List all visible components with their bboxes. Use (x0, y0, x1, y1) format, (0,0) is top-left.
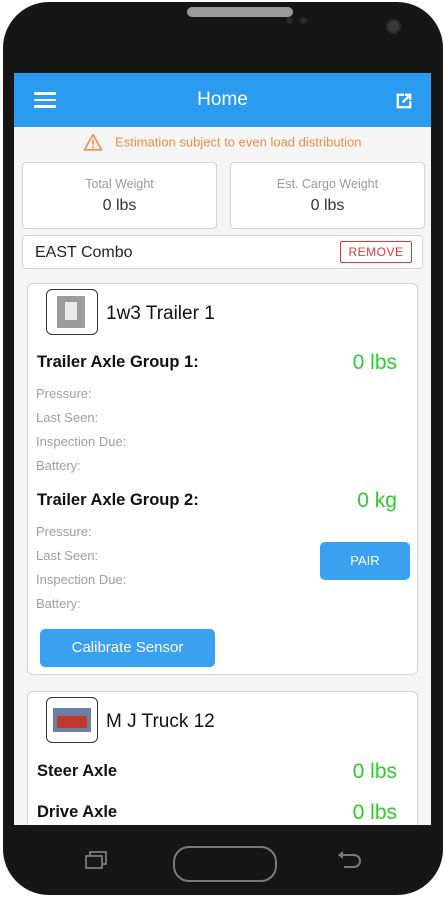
battery-label: Battery: (36, 596, 81, 611)
open-external-icon[interactable] (393, 90, 415, 112)
truck-name: M J Truck 12 (106, 711, 215, 732)
cargo-weight-label: Est. Cargo Weight (276, 177, 379, 191)
axle-group-1-label: Trailer Axle Group 1: (37, 353, 199, 371)
total-weight-value: 0 lbs (102, 197, 137, 214)
steer-axle-weight: 0 lbs (352, 760, 397, 783)
page-title: Home (197, 89, 248, 110)
truck-thumbnail (46, 697, 98, 743)
load-notice: Estimation subject to even load distribu… (14, 133, 431, 151)
truck-card: M J Truck 12 Steer Axle 0 lbs Drive Axle… (27, 691, 418, 825)
inspection-due-label: Inspection Due: (36, 572, 127, 587)
total-weight-card: Total Weight 0 lbs (22, 162, 217, 229)
pressure-label: Pressure: (36, 386, 92, 401)
trailer-name: 1w3 Trailer 1 (106, 303, 215, 324)
sensor-dot (286, 17, 293, 24)
app-bar: Home (14, 73, 431, 127)
warning-icon (84, 133, 103, 151)
trailer-thumbnail (46, 289, 98, 335)
app-screen: Home Estimation subject to even load dis… (14, 73, 431, 825)
drive-axle-weight: 0 lbs (352, 801, 397, 824)
combo-bar: EAST Combo REMOVE (22, 235, 423, 269)
trailer-card: 1w3 Trailer 1 Trailer Axle Group 1: 0 lb… (27, 283, 418, 675)
steer-axle-label: Steer Axle (37, 762, 118, 780)
total-weight-label: Total Weight (85, 177, 154, 191)
battery-label: Battery: (36, 458, 81, 473)
home-button[interactable] (173, 846, 277, 882)
front-camera (386, 19, 401, 34)
combo-name: EAST Combo (35, 244, 133, 261)
back-icon[interactable] (336, 851, 362, 871)
sensor-dot (300, 17, 307, 24)
cargo-weight-card: Est. Cargo Weight 0 lbs (230, 162, 425, 229)
notice-text: Estimation subject to even load distribu… (115, 134, 362, 150)
remove-button[interactable]: REMOVE (340, 241, 412, 263)
calibrate-sensor-button[interactable]: Calibrate Sensor (40, 629, 215, 667)
recent-apps-icon[interactable] (84, 851, 108, 869)
last-seen-label: Last Seen: (36, 548, 99, 563)
cargo-weight-value: 0 lbs (310, 197, 345, 214)
drive-axle-label: Drive Axle (37, 803, 118, 821)
axle-group-2-label: Trailer Axle Group 2: (37, 491, 199, 509)
speaker-grill (187, 7, 293, 17)
inspection-due-label: Inspection Due: (36, 434, 127, 449)
phone-frame: Home Estimation subject to even load dis… (0, 0, 445, 900)
pair-button[interactable]: PAIR (320, 542, 410, 580)
axle-group-1-weight: 0 lbs (352, 351, 397, 374)
axle-group-2-weight: 0 kg (357, 489, 397, 512)
last-seen-label: Last Seen: (36, 410, 99, 425)
pressure-label: Pressure: (36, 524, 92, 539)
